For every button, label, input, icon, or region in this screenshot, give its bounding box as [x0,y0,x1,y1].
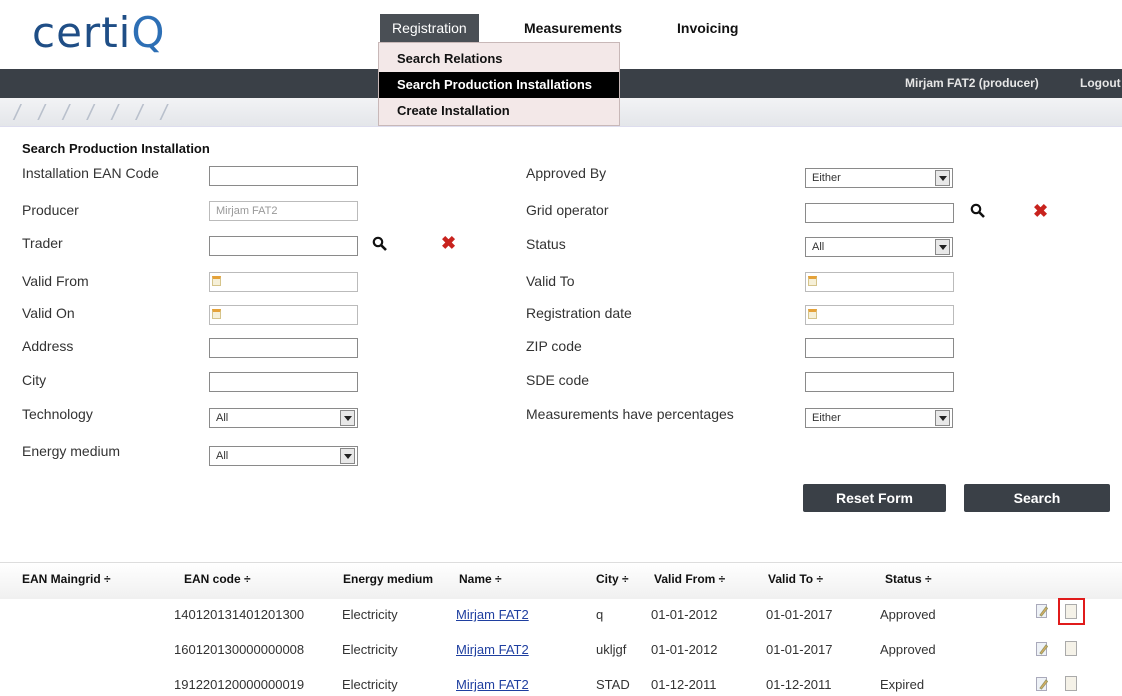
user-name: Mirjam FAT2 (producer) [905,76,1039,90]
cell-valid-from: 01-01-2012 [651,642,718,657]
label-valid-to: Valid To [526,273,575,289]
chevron-down-icon[interactable] [935,239,950,255]
cell-ean: 140120131401201300 [174,607,305,622]
nav-invoicing[interactable]: Invoicing [665,14,750,42]
certiq-logo[interactable]: certiQ [32,8,165,57]
search-button[interactable]: Search [964,484,1110,512]
city-input[interactable] [209,372,358,392]
nav-measurements[interactable]: Measurements [512,14,634,42]
label-grid-operator: Grid operator [526,202,609,218]
chevron-down-icon[interactable] [935,410,950,426]
cell-valid-to: 01-01-2017 [766,607,833,622]
col-ean-maingrid[interactable]: EAN Maingrid ÷ [22,572,111,586]
label-registration-date: Registration date [526,305,632,321]
cell-ean: 160120130000000008 [174,642,305,657]
nav-registration[interactable]: Registration [380,14,479,42]
cell-valid-to: 01-01-2017 [766,642,833,657]
cell-name-link[interactable]: Mirjam FAT2 [456,677,529,692]
edit-icon[interactable] [1036,642,1048,656]
cell-medium: Electricity [342,607,398,622]
page-title: Search Production Installation [22,141,210,156]
cell-valid-from: 01-01-2012 [651,607,718,622]
label-valid-on: Valid On [22,305,75,321]
search-icon[interactable] [970,203,986,219]
clipboard-icon[interactable] [1065,676,1077,691]
cell-city: STAD [596,677,630,692]
label-measurements-pct: Measurements have percentages [526,406,734,422]
sde-input[interactable] [805,372,954,392]
label-producer: Producer [22,202,79,218]
cell-medium: Electricity [342,642,398,657]
calendar-icon[interactable] [212,309,221,319]
cell-name-link[interactable]: Mirjam FAT2 [456,642,529,657]
table-header [0,562,1122,599]
cell-valid-from: 01-12-2011 [651,677,717,692]
label-ean: Installation EAN Code [22,165,159,181]
cell-status: Approved [880,607,936,622]
clipboard-icon[interactable] [1065,641,1077,656]
valid-to-date-input[interactable] [805,272,954,292]
technology-select[interactable]: All [209,408,358,428]
calendar-icon[interactable] [212,276,221,286]
grid-operator-input[interactable] [805,203,954,223]
cell-city: ukljgf [596,642,627,657]
reset-form-button[interactable]: Reset Form [803,484,946,512]
measurements-pct-select[interactable]: Either [805,408,953,428]
registration-date-input[interactable] [805,305,954,325]
col-name[interactable]: Name ÷ [459,572,502,586]
logout-link[interactable]: Logout [1080,69,1121,98]
label-zip: ZIP code [526,338,582,354]
address-input[interactable] [209,338,358,358]
registration-dropdown: Search Relations Search Production Insta… [378,42,620,126]
cell-name-link[interactable]: Mirjam FAT2 [456,607,529,622]
col-status[interactable]: Status ÷ [885,572,932,586]
close-icon[interactable]: ✖ [1033,201,1048,222]
chevron-down-icon[interactable] [935,170,950,186]
menu-search-production-installations[interactable]: Search Production Installations [379,72,619,98]
approved-by-select[interactable]: Either [805,168,953,188]
label-sde: SDE code [526,372,590,388]
cell-valid-to: 01-12-2011 [766,677,832,692]
cell-status: Expired [880,677,925,692]
chevron-down-icon[interactable] [340,410,355,426]
label-address: Address [22,338,74,354]
calendar-icon[interactable] [808,309,817,319]
energy-medium-select[interactable]: All [209,446,358,466]
calendar-icon[interactable] [808,276,817,286]
cell-status: Approved [880,642,936,657]
cell-city: q [596,607,604,622]
menu-create-installation[interactable]: Create Installation [379,98,619,124]
label-energy-medium: Energy medium [22,443,121,459]
cell-ean: 191220120000000019 [174,677,305,692]
label-trader: Trader [22,235,63,251]
label-status: Status [526,236,566,252]
highlight-box [1058,598,1085,625]
menu-search-relations[interactable]: Search Relations [379,46,619,72]
label-approved-by: Approved By [526,165,607,181]
decorative-slash: / / / / / / / [14,100,167,125]
ean-input[interactable] [209,166,358,186]
label-valid-from: Valid From [22,273,89,289]
valid-on-date-input[interactable] [209,305,358,325]
status-select[interactable]: All [805,237,953,257]
zip-input[interactable] [805,338,954,358]
label-technology: Technology [22,406,93,422]
cell-medium: Electricity [342,677,398,692]
chevron-down-icon[interactable] [340,448,355,464]
col-ean-code[interactable]: EAN code ÷ [184,572,251,586]
close-icon[interactable]: ✖ [441,233,456,254]
label-city: City [22,372,47,388]
producer-input[interactable]: Mirjam FAT2 [209,201,358,221]
search-icon[interactable] [372,236,388,252]
col-energy-medium: Energy medium [343,572,434,586]
edit-icon[interactable] [1036,677,1048,691]
valid-from-date-input[interactable] [209,272,358,292]
col-city[interactable]: City ÷ [596,572,629,586]
trader-input[interactable] [209,236,358,256]
col-valid-to[interactable]: Valid To ÷ [768,572,823,586]
col-valid-from[interactable]: Valid From ÷ [654,572,725,586]
edit-icon[interactable] [1036,604,1048,618]
